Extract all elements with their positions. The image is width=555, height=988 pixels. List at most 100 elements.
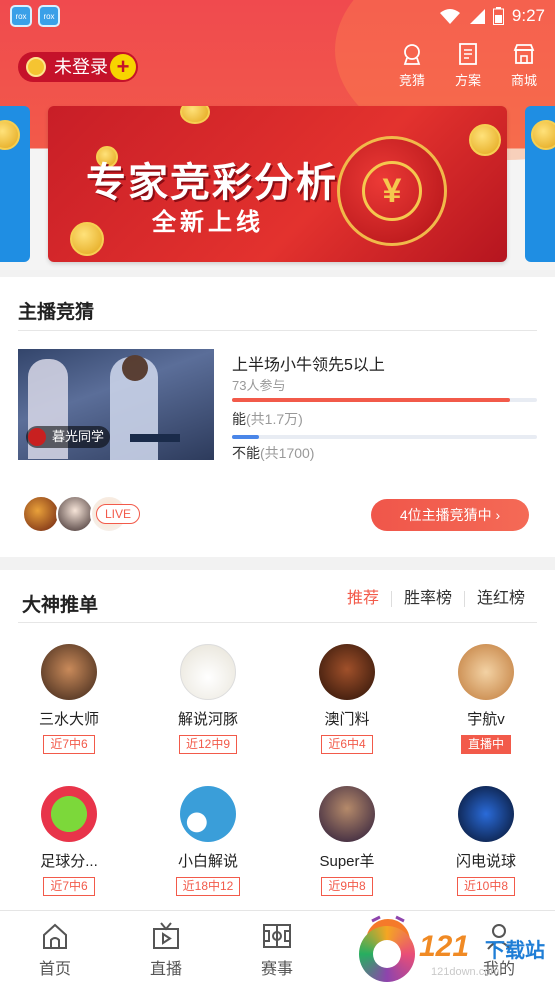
login-label: 未登录	[54, 57, 108, 77]
expert-picks-section: 大神推单 推荐 胜率榜 连红榜 三水大师 近7中6 解说河豚 近12中9 澳门料…	[0, 570, 555, 910]
expert-card[interactable]: Super羊 近9中8	[278, 786, 416, 896]
document-icon	[459, 43, 477, 65]
scoreboard-overlay	[130, 434, 180, 442]
tv-icon	[153, 922, 179, 949]
banner-subtitle: 全新上线	[152, 209, 264, 236]
top-nav-label: 商城	[510, 73, 537, 88]
expert-record: 近7中6	[43, 735, 95, 754]
expert-avatar	[180, 786, 236, 842]
bottom-nav-label: 直播	[149, 961, 182, 978]
expert-name: Super羊	[319, 853, 375, 870]
expert-live-badge: 直播中	[460, 735, 511, 754]
expert-card[interactable]: 足球分... 近7中6	[0, 786, 138, 896]
streamer-tag: 暮光同学	[26, 426, 111, 448]
streamer-avatar	[28, 428, 46, 446]
home-icon	[43, 923, 67, 949]
coin-icon	[26, 57, 46, 77]
expert-name: 澳门料	[324, 711, 370, 728]
top-nav-shop[interactable]: 商城	[507, 42, 541, 89]
login-button[interactable]: 未登录 +	[18, 52, 138, 82]
coin-icon	[180, 106, 210, 124]
field-icon	[263, 924, 291, 948]
bottom-nav: 首页 直播 赛事 我的 121 下载站 121down.com	[0, 910, 555, 988]
banner-next-slide[interactable]	[525, 106, 555, 262]
expert-avatar	[319, 786, 375, 842]
watermark-icon	[359, 926, 415, 982]
expert-card[interactable]: 闪电说球 近10中8	[417, 786, 555, 896]
expert-avatar	[41, 786, 97, 842]
tab-win-rate[interactable]: 胜率榜	[390, 591, 464, 607]
battery-icon	[492, 7, 504, 25]
expert-avatar	[319, 644, 375, 700]
tab-recommend[interactable]: 推荐	[335, 591, 391, 607]
expert-record: 近18中12	[175, 877, 241, 896]
expert-name: 三水大师	[38, 711, 99, 728]
expert-tabs: 推荐 胜率榜 连红榜	[335, 591, 537, 607]
coin-icon	[469, 124, 501, 156]
expert-avatar	[41, 644, 97, 700]
expert-record: 近7中6	[43, 877, 95, 896]
avatar	[22, 495, 60, 533]
expert-name: 宇航v	[467, 711, 505, 728]
live-video-thumbnail[interactable]: 暮光同学	[18, 349, 214, 460]
coin-icon	[70, 222, 104, 256]
live-badge: LIVE	[96, 504, 141, 524]
anchor-guess-section: 主播竞猜 暮光同学 上半场小牛领先5以上 73人参与 能(共1.7万) 不能(共…	[0, 277, 555, 557]
option-yes-fill	[232, 398, 510, 402]
bottom-nav-label: 赛事	[260, 961, 293, 978]
expert-card[interactable]: 解说河豚 近12中9	[139, 644, 277, 754]
anchor-guess-button[interactable]: 4位主播竞猜中 ›	[371, 499, 529, 531]
signal-icon	[469, 9, 485, 24]
bottom-nav-home[interactable]: 首页	[15, 921, 95, 979]
tab-win-streak[interactable]: 连红榜	[463, 591, 537, 607]
yen-icon: ¥	[362, 161, 422, 221]
banner-title: 专家竞彩分析	[86, 161, 338, 205]
watermark-brand-suffix: 下载站	[485, 940, 545, 962]
expert-record: 近12中9	[178, 735, 238, 754]
top-nav-label: 方案	[454, 73, 481, 88]
bottom-nav-live[interactable]: 直播	[126, 921, 206, 979]
player-figure	[110, 355, 158, 460]
option-no-bar	[232, 435, 537, 439]
watermark-logo: 121 下载站 121down.com	[359, 920, 549, 984]
option-no-fill	[232, 435, 260, 439]
divider	[18, 622, 537, 623]
plus-icon[interactable]: +	[110, 54, 136, 80]
divider	[18, 330, 537, 331]
watermark-brand: 121	[419, 930, 470, 963]
expert-card[interactable]: 宇航v 直播中	[417, 644, 555, 754]
coin-icon	[531, 120, 555, 150]
option-yes-bar	[232, 398, 537, 402]
expert-card[interactable]: 澳门料 近6中4	[278, 644, 416, 754]
banner-prev-slide[interactable]	[0, 106, 30, 262]
expert-card[interactable]: 小白解说 近18中12	[139, 786, 277, 896]
option-no[interactable]: 不能(共1700)	[232, 443, 314, 463]
clock: 9:27	[511, 6, 545, 25]
coin-icon	[0, 120, 20, 150]
participant-count: 73人参与	[232, 378, 286, 393]
section-title: 大神推单	[22, 595, 99, 616]
top-nav-label: 竞猜	[398, 73, 425, 88]
option-yes[interactable]: 能(共1.7万)	[232, 409, 303, 429]
expert-name: 闪电说球	[455, 853, 516, 870]
app-notification-icon: rox	[38, 5, 60, 27]
app-notification-icon: rox	[10, 5, 32, 27]
expert-avatar	[458, 644, 514, 700]
expert-name: 足球分...	[40, 853, 98, 870]
expert-record: 近10中8	[456, 877, 516, 896]
top-nav: 竞猜 方案 商城	[395, 42, 541, 89]
expert-avatar	[458, 786, 514, 842]
status-bar: rox rox 9:27	[0, 0, 555, 32]
expert-record: 近6中4	[321, 735, 373, 754]
section-title: 主播竞猜	[18, 302, 95, 323]
expert-record: 近9中8	[321, 877, 373, 896]
promo-banner[interactable]: 专家竞彩分析 全新上线 ¥	[48, 106, 507, 262]
bottom-nav-label: 首页	[38, 961, 71, 978]
guess-question[interactable]: 上半场小牛领先5以上	[232, 351, 385, 375]
expert-card[interactable]: 三水大师 近7中6	[0, 644, 138, 754]
top-nav-plan[interactable]: 方案	[451, 42, 485, 89]
watermark-url: 121down.com	[431, 966, 500, 978]
avatar	[56, 495, 94, 533]
bottom-nav-matches[interactable]: 赛事	[237, 921, 317, 979]
top-nav-guess[interactable]: 竞猜	[395, 42, 429, 89]
